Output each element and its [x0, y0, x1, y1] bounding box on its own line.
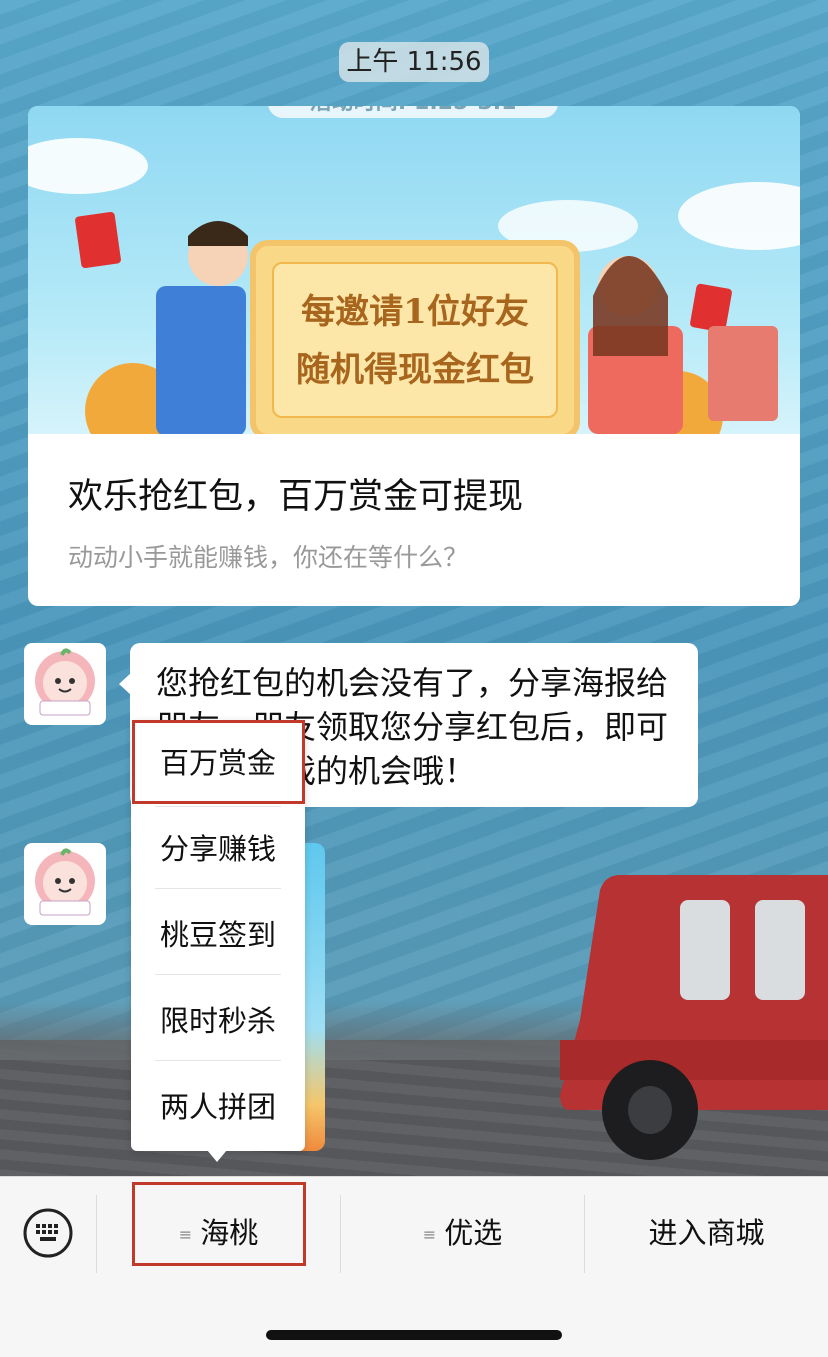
avatar[interactable] [24, 843, 106, 925]
divider [155, 1060, 281, 1061]
haitao-peach-logo-icon [35, 648, 95, 716]
banner-signboard: 每邀请1位好友 随机得现金红包 [250, 240, 580, 434]
menu-item-enter-mall[interactable]: 进入商城 [585, 1177, 828, 1289]
article-title: 欢乐抢红包，百万赏金可提现 [68, 477, 524, 517]
banner-line-2: 随机得现金红包 [296, 350, 534, 390]
highlight-box-bounty [132, 720, 305, 804]
article-banner-image: 活动时间: 1.25-3.1 每邀请1位好友 随机得现金红包 [28, 106, 800, 434]
divider [155, 888, 281, 889]
menu-item-youxuan[interactable]: ≡ 优选 [341, 1177, 584, 1289]
haitao-peach-logo-icon [35, 848, 95, 916]
menu-item-label: 优选 [444, 1216, 503, 1250]
highlight-box-haitao [132, 1182, 306, 1266]
keyboard-icon[interactable] [22, 1207, 74, 1259]
submenu-item-checkin[interactable]: 桃豆签到 [131, 892, 305, 978]
submenu-item-flash-sale[interactable]: 限时秒杀 [131, 978, 305, 1064]
menu-item-label: 进入商城 [648, 1216, 765, 1250]
submenu-item-share-earn[interactable]: 分享赚钱 [131, 806, 305, 892]
banner-line-1: 每邀请1位好友 [301, 292, 529, 332]
article-description: 动动小手就能赚钱，你还在等什么？ [68, 543, 469, 572]
divider [155, 974, 281, 975]
submenu-indicator-icon: ≡ [422, 1225, 437, 1244]
red-car-illustration [560, 875, 828, 1160]
submenu-item-group-buy[interactable]: 两人拼团 [131, 1064, 305, 1150]
avatar[interactable] [24, 643, 106, 725]
article-card[interactable]: 活动时间: 1.25-3.1 每邀请1位好友 随机得现金红包 欢乐抢红包，百万赏… [28, 106, 800, 606]
timestamp-pill: 上午 11:56 [339, 42, 489, 82]
popup-pointer [207, 1150, 227, 1162]
home-indicator [266, 1330, 562, 1340]
